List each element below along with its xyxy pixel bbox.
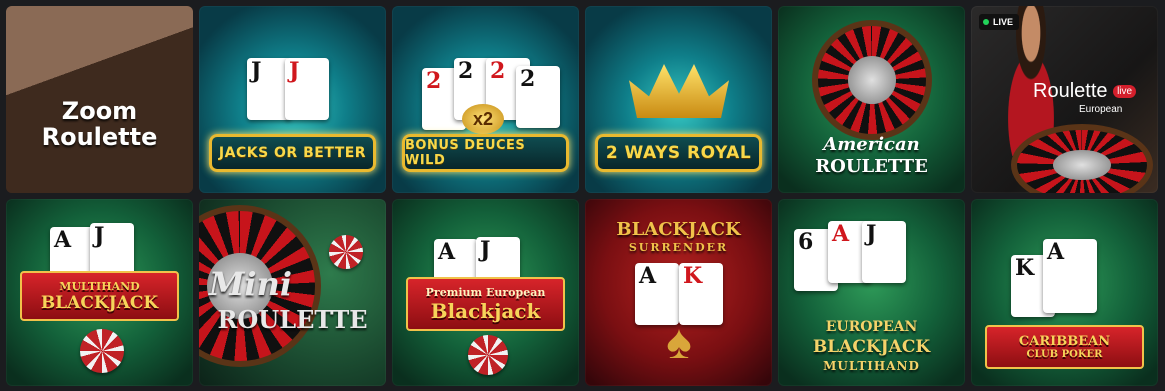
live-tag: live: [1113, 85, 1137, 99]
game-title-line1: American: [823, 134, 920, 155]
game-tile-zoom-roulette[interactable]: Zoom Roulette: [6, 6, 193, 193]
game-title: 2 WAYS ROYAL: [605, 143, 752, 163]
game-title-line2: Blackjack: [430, 298, 541, 323]
playing-card: 2: [516, 66, 560, 128]
game-title-ribbon: Premium European Blackjack: [406, 277, 565, 331]
game-tile-american-roulette[interactable]: American ROULETTE: [778, 6, 965, 193]
game-tile-jacks-or-better[interactable]: J J JACKS OR BETTER: [199, 6, 386, 193]
game-title-line1: CARIBBEAN: [1018, 334, 1111, 349]
game-title-line2: ROULETTE: [815, 156, 928, 177]
crown-icon: [629, 64, 729, 118]
live-badge: LIVE: [979, 14, 1020, 30]
casino-chip-icon: [329, 235, 363, 269]
game-title-banner: JACKS OR BETTER: [209, 134, 376, 172]
game-title-line1: Premium European: [425, 285, 546, 299]
game-title: Zoom Roulette: [41, 97, 158, 151]
playing-card: J: [285, 58, 329, 120]
game-title-line2: BLACKJACK: [40, 292, 159, 313]
game-tile-caribbean-club-poker[interactable]: K A CARIBBEAN CLUB POKER: [971, 199, 1158, 386]
game-title-ribbon: CARIBBEAN CLUB POKER: [985, 325, 1144, 369]
game-tile-multihand-blackjack[interactable]: A J MULTIHAND BLACKJACK: [6, 199, 193, 386]
game-tile-european-blackjack-multihand[interactable]: 6 A J EUROPEAN BLACKJACK MULTIHAND: [778, 199, 965, 386]
game-title-ribbon: MULTIHAND BLACKJACK: [20, 271, 179, 321]
game-title-line3: MULTIHAND: [823, 359, 920, 373]
game-title: BONUS DEUCES WILD: [405, 138, 526, 168]
game-title-line2: ROULETTE: [217, 305, 368, 334]
game-tile-blackjack-surrender[interactable]: BLACKJACK SURRENDER A K ♠: [585, 199, 772, 386]
live-dot-icon: [983, 19, 989, 25]
game-tile-roulette-live[interactable]: LIVE Roulette live European: [971, 6, 1158, 193]
game-title-line1: MULTIHAND: [59, 279, 140, 293]
playing-card: A: [1043, 239, 1097, 313]
game-title-line2: BLACKJACK: [812, 337, 931, 357]
multiplier-badge: x2: [462, 104, 504, 134]
game-tile-premium-european-blackjack[interactable]: A J Premium European Blackjack: [392, 199, 579, 386]
game-title: JACKS OR BETTER: [218, 145, 367, 161]
game-title: Roulette live: [1033, 80, 1137, 103]
playing-card: J: [862, 221, 906, 283]
game-grid: Zoom Roulette J J JACKS OR BETTER 2 2 2 …: [6, 6, 1158, 386]
game-title-line1: BLACKJACK: [616, 219, 741, 240]
game-tile-mini-roulette[interactable]: Mini ROULETTE: [199, 199, 386, 386]
game-tile-bonus-deuces-wild[interactable]: 2 2 2 2 x2 BONUS DEUCES WILD: [392, 6, 579, 193]
game-title-banner: BONUS DEUCES WILD: [402, 134, 569, 172]
game-tile-2-ways-royal[interactable]: 2 WAYS ROYAL: [585, 6, 772, 193]
game-title-line2: CLUB POKER: [1026, 349, 1103, 360]
spade-icon: ♠: [666, 316, 692, 369]
casino-chip-icon: [80, 329, 124, 373]
roulette-wheel-icon: [812, 20, 932, 140]
game-subtitle: European: [1079, 104, 1123, 115]
roulette-wheel-icon: [1011, 124, 1153, 193]
game-title-line1: EUROPEAN: [825, 319, 918, 335]
game-title-line2: SURRENDER: [628, 241, 729, 254]
game-title-text: Roulette: [1033, 80, 1108, 102]
game-title-line1: Mini: [209, 265, 292, 303]
live-label: LIVE: [993, 17, 1014, 27]
casino-chip-icon: [468, 335, 508, 375]
game-title-banner: 2 WAYS ROYAL: [595, 134, 762, 172]
